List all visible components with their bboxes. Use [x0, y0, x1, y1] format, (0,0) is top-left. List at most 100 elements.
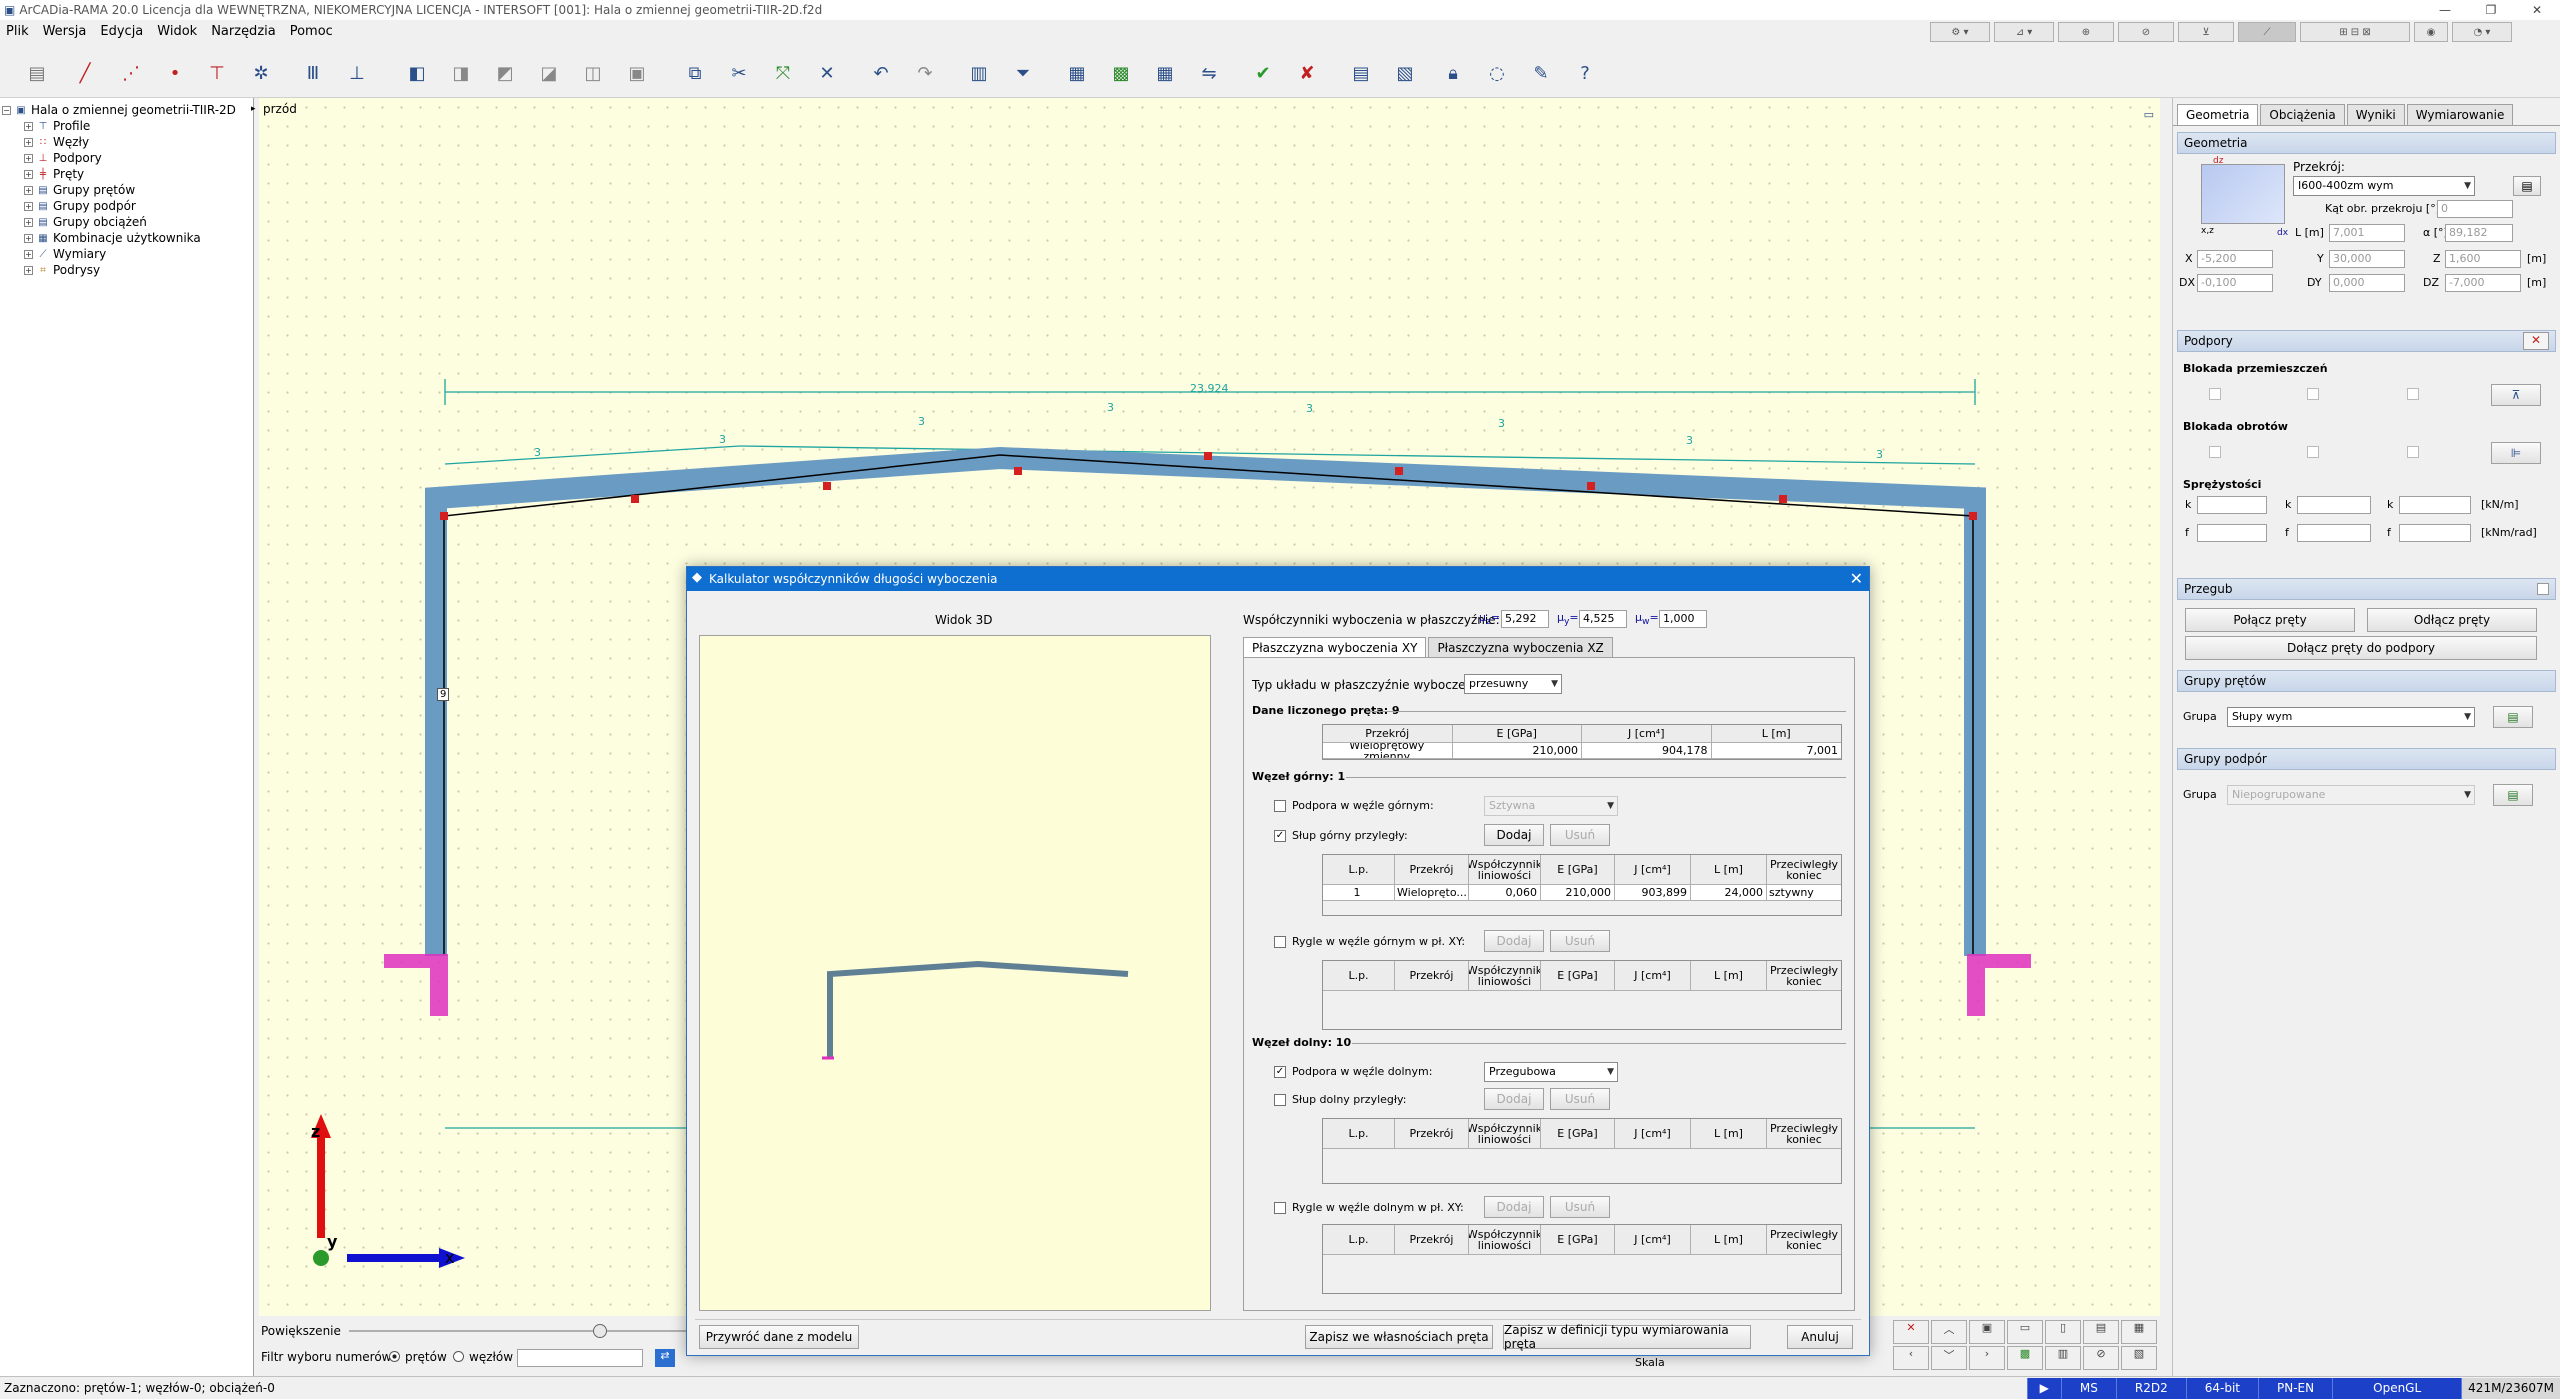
length-input[interactable]: 7,001 — [2329, 224, 2405, 242]
collapse-panel-icon[interactable]: ▸ — [251, 104, 256, 114]
comment-icon[interactable]: ▭ — [2144, 108, 2154, 121]
tab-geometria[interactable]: Geometria — [2177, 104, 2259, 125]
table-icon[interactable]: ▦ — [1064, 60, 1090, 86]
top-beams-checkbox[interactable] — [1274, 936, 1286, 948]
top-beams-remove-button[interactable]: Usuń — [1550, 930, 1610, 952]
kx-input[interactable] — [2197, 496, 2267, 514]
wireless-icon[interactable]: ◌ — [1484, 60, 1510, 86]
attach-to-support-button[interactable]: Dołącz pręty do podpory — [2185, 636, 2537, 660]
top-support-select[interactable]: Sztywna — [1484, 796, 1618, 816]
mu-w-input[interactable]: 1,000 — [1659, 610, 1707, 628]
close-window-icon[interactable]: ✕ — [2514, 3, 2560, 17]
bottom-column-remove-button[interactable]: Usuń — [1550, 1088, 1610, 1110]
lock-rz-checkbox[interactable] — [2407, 446, 2419, 458]
y-input[interactable]: 30,000 — [2329, 250, 2405, 268]
top-column-add-button[interactable]: Dodaj — [1484, 824, 1544, 846]
menu-widok[interactable]: Widok — [157, 24, 197, 39]
menu-narzedzia[interactable]: Narzędzia — [211, 24, 276, 39]
add-hinge-icon[interactable]: ✲ — [248, 60, 274, 86]
menu-edycja[interactable]: Edycja — [100, 24, 143, 39]
filter-input[interactable] — [517, 1349, 643, 1367]
draw-polyline-icon[interactable]: ⋰ — [118, 60, 144, 86]
system-type-select[interactable]: przesuwny — [1464, 674, 1562, 694]
lock-ux-checkbox[interactable] — [2209, 388, 2221, 400]
join-bars-button[interactable]: Połącz pręty — [2185, 608, 2355, 632]
view-option-icon[interactable]: ▧ — [2121, 1346, 2157, 1370]
supgroup-select[interactable]: Niepogrupowane — [2227, 785, 2475, 805]
calculate-icon[interactable]: ✔ — [1250, 60, 1276, 86]
tab-wyniki[interactable]: Wyniki — [2346, 104, 2405, 125]
mu-y-input[interactable]: 4,525 — [1579, 610, 1627, 628]
rotation-type-icon[interactable]: ⊫ — [2491, 442, 2541, 464]
undo-icon[interactable]: ↶ — [868, 60, 894, 86]
menu-pomoc[interactable]: Pomoc — [290, 24, 333, 39]
fy-input[interactable] — [2297, 524, 2371, 542]
top-column-remove-button[interactable]: Usuń — [1550, 824, 1610, 846]
redo-icon[interactable]: ↷ — [912, 60, 938, 86]
filter-icon[interactable]: ⏷ — [1010, 60, 1036, 86]
top-column-checkbox[interactable]: ✓ — [1274, 830, 1286, 842]
z-input[interactable]: 1,600 — [2445, 250, 2521, 268]
table-row[interactable]: 1 Wielopręto... 0,060 210,000 903,899 24,000 s… — [1323, 885, 1841, 901]
load-icon[interactable]: ⊥ — [344, 60, 370, 86]
angle-input[interactable]: 0 — [2437, 200, 2513, 218]
save-bar-button[interactable]: Zapisz we własnościach pręta — [1305, 1325, 1493, 1349]
help-query-icon[interactable]: ? — [1572, 60, 1598, 86]
bar-label[interactable]: 9 — [437, 688, 450, 701]
bar-filter-button[interactable]: ⊘ — [2118, 22, 2174, 42]
view-3d-icon[interactable]: ◧ — [404, 60, 430, 86]
tab-obciazenia[interactable]: Obciążenia — [2260, 104, 2345, 125]
profile-icon[interactable]: Ⅲ — [300, 60, 326, 86]
tree-item-grupy-pretow[interactable]: + ▤ Grupy prętów — [2, 182, 251, 198]
menu-wersja[interactable]: Wersja — [43, 24, 87, 39]
lock-view-icon[interactable]: ▣ — [1969, 1320, 2005, 1344]
zoom-slider-thumb[interactable] — [593, 1324, 607, 1338]
zoom-delete-icon[interactable]: ✕ — [1893, 1320, 1929, 1344]
pan-left-icon[interactable]: ‹ — [1893, 1346, 1929, 1370]
tree-item-kombinacje[interactable]: + ▦ Kombinacje użytkownika — [2, 230, 251, 246]
cancel-button[interactable]: Anuluj — [1787, 1325, 1853, 1349]
view-option-icon[interactable]: ⊘ — [2083, 1346, 2119, 1370]
tree-root[interactable]: − ▣ Hala o zmiennej geometrii-TIIR-2D — [2, 102, 251, 118]
node-filter-button[interactable]: ⊕ — [2058, 22, 2114, 42]
save-type-button[interactable]: Zapisz w definicji typu wymiarowania prę… — [1503, 1323, 1751, 1351]
table-row[interactable]: Wieloprętowy zmienny 210,000 904,178 7,001 — [1323, 743, 1841, 759]
report-icon[interactable]: ▧ — [1392, 60, 1418, 86]
bottom-support-checkbox[interactable]: ✓ — [1274, 1066, 1286, 1078]
view-top-icon[interactable]: ▣ — [624, 60, 650, 86]
save-icon[interactable]: ▤ — [24, 60, 50, 86]
dz-input[interactable]: -7,000 — [2445, 274, 2521, 292]
top-beams-add-button[interactable]: Dodaj — [1484, 930, 1544, 952]
bottom-beams-add-button[interactable]: Dodaj — [1484, 1196, 1544, 1218]
move-icon[interactable]: ⤧ — [770, 60, 796, 86]
expand-icon[interactable]: + — [24, 249, 33, 259]
view-back-icon[interactable]: ◩ — [492, 60, 518, 86]
help-button[interactable]: ◔ ▾ — [2452, 22, 2512, 42]
expand-icon[interactable]: + — [24, 169, 33, 179]
tab-plane-xz[interactable]: Płaszczyzna wyboczenia XZ — [1428, 637, 1613, 658]
ky-input[interactable] — [2297, 496, 2371, 514]
expand-icon[interactable]: + — [24, 153, 33, 163]
bottom-column-checkbox[interactable] — [1274, 1094, 1286, 1106]
apply-filter-icon[interactable]: ⇄ — [655, 1349, 675, 1367]
view-option-icon[interactable]: ▦ — [2121, 1320, 2157, 1344]
supgroup-edit-icon[interactable]: ▤ — [2493, 784, 2533, 806]
fx-input[interactable] — [2197, 524, 2267, 542]
calculator-icon[interactable]: ▤ — [1348, 60, 1374, 86]
radio-bars[interactable] — [389, 1351, 400, 1362]
bargroup-edit-icon[interactable]: ▤ — [2493, 706, 2533, 728]
minimize-icon[interactable]: — — [2422, 3, 2468, 17]
pan-right-icon[interactable]: › — [1969, 1346, 2005, 1370]
view-option-icon[interactable]: ▥ — [2045, 1346, 2081, 1370]
align-icon[interactable]: ⇋ — [1196, 60, 1222, 86]
section-library-icon[interactable]: ▤ — [2513, 176, 2541, 196]
active-filter-button[interactable]: ⟋ — [2238, 22, 2296, 42]
collapse-icon[interactable]: − — [2, 105, 11, 115]
expand-icon[interactable]: + — [24, 201, 33, 211]
expand-icon[interactable]: + — [24, 233, 33, 243]
lock-uz-checkbox[interactable] — [2407, 388, 2419, 400]
view3d-panel[interactable] — [699, 635, 1211, 1311]
lock-icon[interactable]: 🔒︎ — [1440, 60, 1466, 86]
add-node-icon[interactable]: • — [162, 60, 188, 86]
fz-input[interactable] — [2399, 524, 2471, 542]
